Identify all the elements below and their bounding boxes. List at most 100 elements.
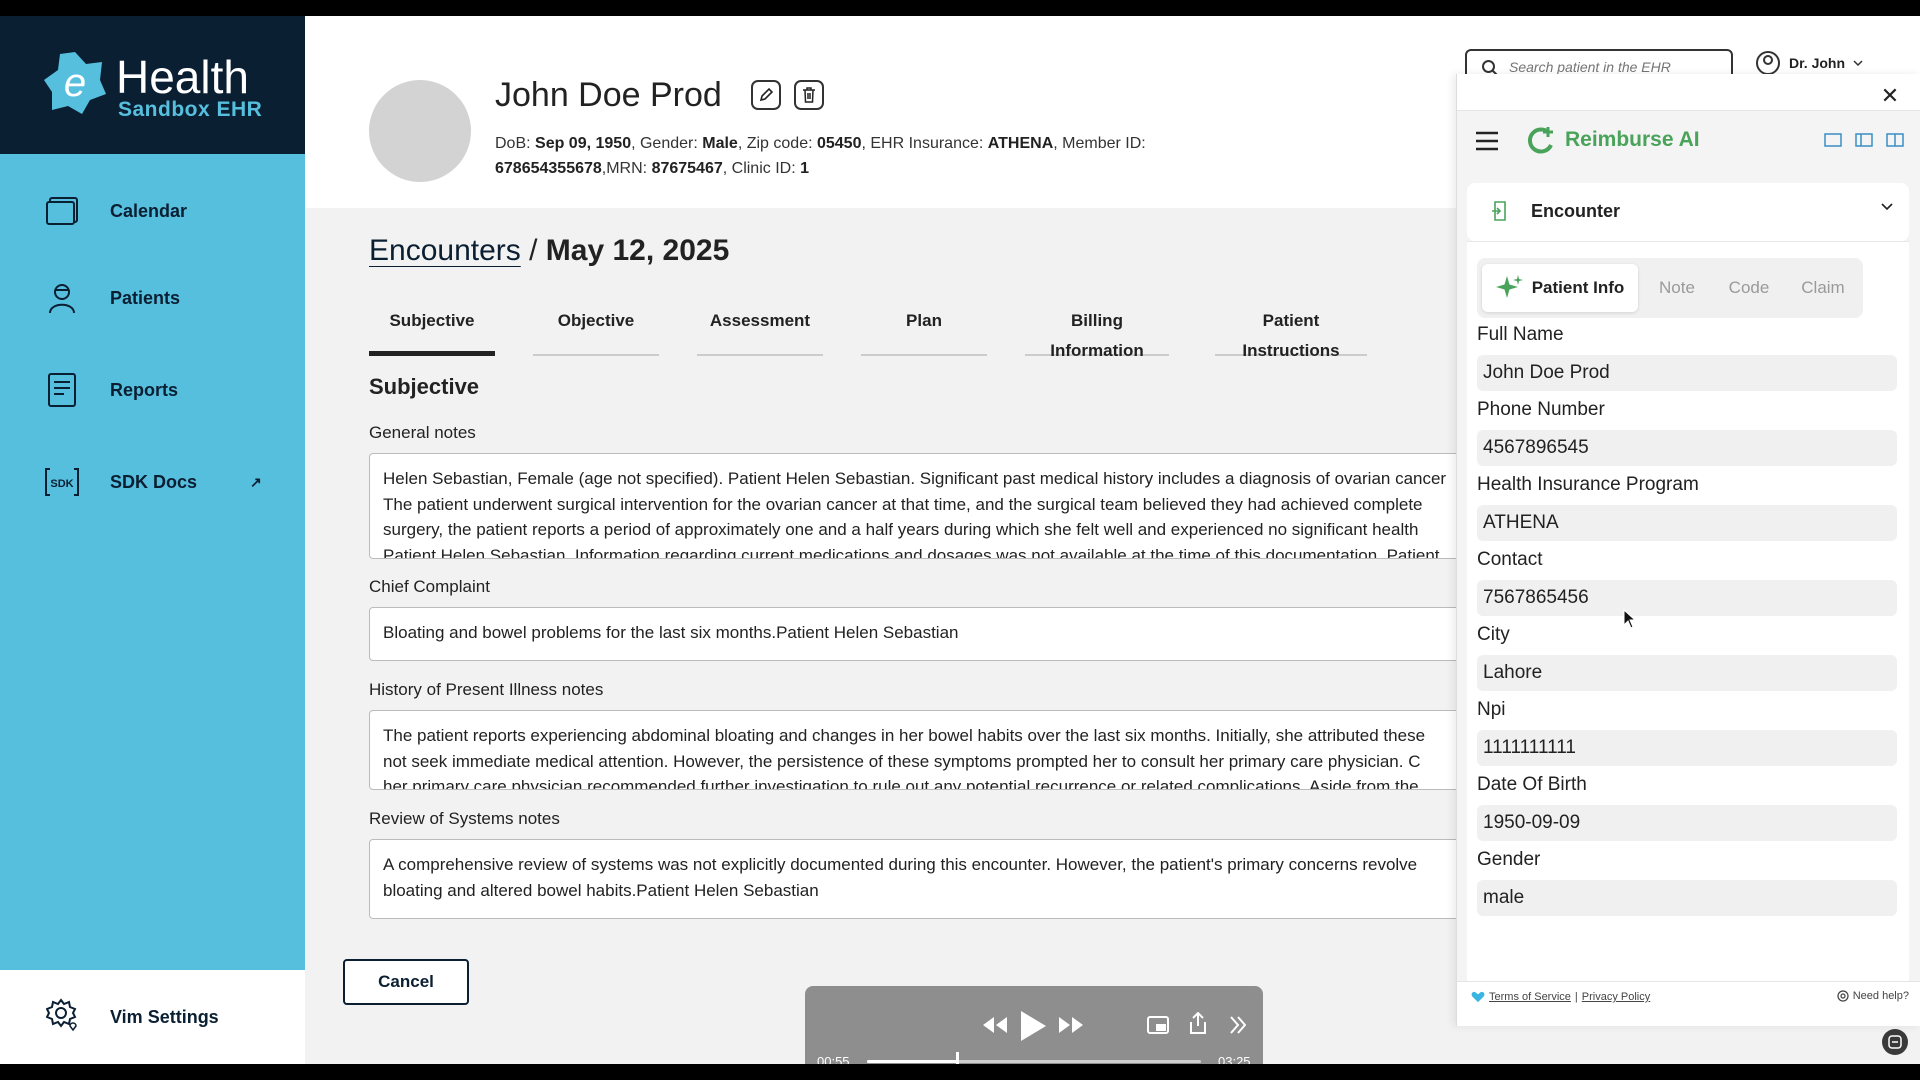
chief-complaint-label: Chief Complaint	[369, 577, 490, 596]
contact-value[interactable]: 7567865456	[1477, 580, 1897, 616]
layout-single-icon[interactable]	[1824, 133, 1842, 147]
heart-icon	[1471, 991, 1485, 1003]
gender-value[interactable]: male	[1477, 880, 1897, 916]
close-icon[interactable]: ✕	[1876, 82, 1904, 110]
tab-objective[interactable]: Objective	[533, 306, 659, 356]
encounter-label: Encounter	[1531, 201, 1621, 221]
brand-name: Health	[116, 51, 249, 103]
fast-forward-icon[interactable]	[1058, 1016, 1084, 1034]
gender-label: Gender	[1477, 849, 1541, 870]
tab-plan[interactable]: Plan	[861, 306, 987, 356]
sidebar-item-label: Reports	[110, 379, 179, 400]
layout-split-icon[interactable]	[1886, 133, 1904, 147]
svg-text:SDK: SDK	[50, 478, 73, 490]
sidebar-item-patients[interactable]: Patients	[0, 263, 305, 333]
lifebuoy-icon	[1837, 990, 1849, 1002]
player-seek-handle[interactable]	[955, 1052, 959, 1064]
edit-patient-button[interactable]	[751, 80, 781, 110]
patient-name: John Doe Prod	[495, 76, 722, 114]
tab-code[interactable]: Code	[1713, 264, 1785, 312]
chevron-double-right-icon[interactable]	[1230, 1016, 1246, 1034]
city-value[interactable]: Lahore	[1477, 655, 1897, 691]
user-circle-icon	[1756, 51, 1780, 75]
user-icon	[44, 280, 80, 316]
sidebar-item-calendar[interactable]: Calendar	[0, 176, 305, 246]
insurance-program-label: Health Insurance Program	[1477, 474, 1699, 495]
breadcrumb: Encounters / May 12, 2025	[369, 234, 730, 267]
patient-gender: Male	[702, 135, 738, 152]
picture-in-picture-icon[interactable]	[1147, 1016, 1169, 1034]
patient-info-card: Patient Info Note Code Claim Full Name J…	[1467, 241, 1909, 981]
sidebar-item-vim-settings[interactable]: Vim Settings	[0, 970, 305, 1064]
patient-dob: Sep 09, 1950	[535, 135, 632, 152]
chat-button[interactable]	[1882, 1029, 1908, 1055]
report-icon	[44, 372, 80, 408]
ros-textarea[interactable]: A comprehensive review of systems was no…	[369, 839, 1509, 919]
app-window: e Health Sandbox EHR Calendar Patients R…	[0, 16, 1920, 1064]
document-icon	[1492, 201, 1506, 221]
chief-complaint-textarea[interactable]: Bloating and bowel problems for the last…	[369, 607, 1509, 661]
sidebar-item-reports[interactable]: Reports	[0, 355, 305, 425]
npi-value[interactable]: 1111111111	[1477, 730, 1897, 766]
user-menu[interactable]: Dr. John	[1755, 50, 1863, 76]
sparkle-icon	[1495, 275, 1523, 298]
breadcrumb-encounters-link[interactable]: Encounters	[369, 234, 521, 267]
external-link-icon: ↗	[250, 473, 262, 490]
city-label: City	[1477, 624, 1510, 645]
general-notes-textarea[interactable]: Helen Sebastian, Female (age not specifi…	[369, 453, 1509, 559]
panel-tabs: Patient Info Note Code Claim	[1477, 258, 1863, 318]
search-input[interactable]	[1509, 59, 1709, 75]
tab-billing-information[interactable]: Billing Information	[1025, 306, 1169, 360]
encounter-section[interactable]: Encounter	[1467, 183, 1909, 241]
logo: e Health Sandbox EHR	[0, 16, 305, 154]
avatar	[369, 80, 471, 182]
sdk-icon: SDK	[44, 464, 80, 500]
pencil-icon	[759, 87, 774, 102]
patient-zip: 05450	[816, 135, 862, 152]
tab-subjective[interactable]: Subjective	[369, 306, 495, 356]
insurance-program-value[interactable]: ATHENA	[1477, 505, 1897, 541]
player-current-time: 00:55	[817, 1054, 850, 1064]
share-icon[interactable]	[1189, 1012, 1207, 1034]
chevron-down-icon	[1881, 203, 1893, 211]
user-name: Dr. John	[1789, 55, 1846, 71]
mouse-cursor-icon	[1623, 609, 1637, 629]
section-title: Subjective	[369, 374, 480, 399]
need-help-link[interactable]: Need help?	[1837, 990, 1909, 1002]
delete-patient-button[interactable]	[794, 80, 824, 110]
reimburse-logo-icon	[1527, 127, 1553, 154]
full-name-label: Full Name	[1477, 324, 1564, 345]
hpi-textarea[interactable]: The patient reports experiencing abdomin…	[369, 710, 1509, 790]
terms-of-service-link[interactable]: Terms of Service	[1489, 991, 1571, 1003]
tab-assessment[interactable]: Assessment	[697, 306, 823, 356]
menu-icon[interactable]	[1475, 131, 1499, 151]
player-seek-bar[interactable]	[867, 1052, 1201, 1064]
play-icon[interactable]	[1019, 1010, 1047, 1042]
audio-player: 00:55 03:25	[805, 986, 1263, 1064]
tab-claim[interactable]: Claim	[1787, 264, 1859, 312]
calendar-icon	[44, 193, 80, 229]
date-of-birth-label: Date Of Birth	[1477, 774, 1587, 795]
patient-clinic-id: 1	[800, 160, 809, 177]
date-of-birth-value[interactable]: 1950-09-09	[1477, 805, 1897, 841]
vim-settings-label: Vim Settings	[110, 1006, 219, 1027]
tab-note[interactable]: Note	[1643, 264, 1711, 312]
full-name-value[interactable]: John Doe Prod	[1477, 355, 1897, 391]
sidebar-item-sdk-docs[interactable]: SDK SDK Docs ↗	[0, 447, 305, 517]
rewind-icon[interactable]	[982, 1016, 1008, 1034]
npi-label: Npi	[1477, 699, 1506, 720]
cancel-button[interactable]: Cancel	[343, 959, 469, 1005]
patient-insurance: ATHENA	[987, 135, 1054, 152]
tab-patient-instructions[interactable]: Patient Instructions	[1215, 306, 1367, 360]
layout-sidebar-icon[interactable]	[1855, 133, 1873, 147]
reimburse-ai-panel: ✕ Reimburse AI Encounter Patient Info No…	[1456, 74, 1920, 1026]
phone-number-label: Phone Number	[1477, 399, 1605, 420]
tab-patient-info[interactable]: Patient Info	[1482, 264, 1638, 312]
privacy-policy-link[interactable]: Privacy Policy	[1582, 991, 1650, 1003]
panel-footer: Terms of Service | Privacy Policy Need h…	[1457, 981, 1920, 1011]
sidebar: e Health Sandbox EHR Calendar Patients R…	[0, 16, 305, 1064]
ros-label: Review of Systems notes	[369, 809, 560, 828]
phone-number-value[interactable]: 4567896545	[1477, 430, 1897, 466]
chat-icon	[1888, 1035, 1902, 1049]
patient-details: DoB: Sep 09, 1950, Gender: Male, Zip cod…	[495, 135, 1146, 177]
